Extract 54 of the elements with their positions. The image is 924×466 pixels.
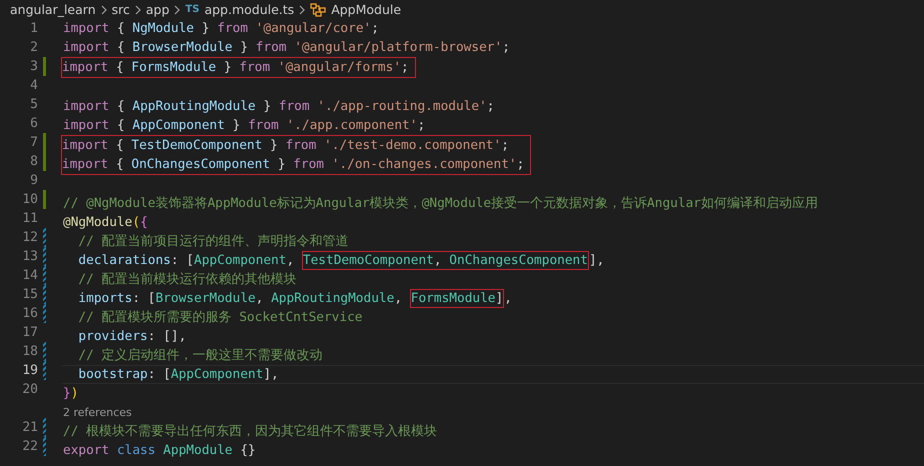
code-line: import { AppComponent } from './app.component';	[63, 118, 426, 133]
code-line: import { FormsModule } from '@angular/forms';	[62, 60, 409, 75]
code-line: import { BrowserModule } from '@angular/platform-browser';	[63, 40, 510, 55]
breadcrumb-item[interactable]: src	[112, 2, 130, 17]
code-line: import { OnChangesComponent } from './on-changes.component';	[62, 157, 524, 172]
code-line: // 配置当前模块运行依赖的其他模块	[77, 271, 297, 288]
code-line: export class AppModule {}	[63, 443, 256, 458]
code-line: @NgModule({	[63, 215, 148, 230]
line-number: 5	[30, 97, 39, 112]
line-number: 22	[22, 439, 39, 454]
line-number: 14	[22, 268, 39, 283]
breadcrumb-item[interactable]: angular_learn	[10, 2, 96, 17]
code-line: import { AppRoutingModule } from './app-routing.module';	[63, 99, 495, 114]
line-number: 9	[30, 173, 39, 188]
line-number: 7	[30, 135, 39, 150]
line-number: 15	[22, 287, 39, 302]
line-number: 20	[22, 382, 39, 397]
chevron-icon	[100, 4, 107, 14]
code-line: import { NgModule } from '@angular/core';	[63, 21, 379, 36]
line-number: 4	[30, 78, 39, 93]
line-number: 11	[22, 211, 39, 226]
code-line: })	[63, 386, 78, 401]
line-number: 19	[22, 363, 39, 378]
ts-file-icon: TS	[185, 4, 200, 15]
line-number: 21	[22, 420, 39, 435]
line-number: 2	[30, 40, 39, 55]
chevron-icon	[134, 4, 141, 14]
code-line: // 配置当前项目运行的组件、声明指令和管道	[77, 233, 349, 250]
code-line: // 根模块不需要导出任何东西，因为其它组件不需要导入根模块	[63, 423, 438, 440]
codelens-link[interactable]: 2 references	[63, 406, 132, 419]
line-number: 8	[30, 154, 39, 169]
line-number: 3	[30, 59, 39, 74]
breadcrumb-item[interactable]: app	[146, 2, 170, 17]
line-number: 12	[22, 230, 39, 245]
chevron-icon	[174, 4, 180, 14]
code-line: declarations: [AppComponent, TestDemoComponent, OnChangesComponent],	[77, 253, 604, 268]
line-number: 1	[30, 21, 39, 36]
line-number: 16	[22, 306, 39, 321]
line-number: 17	[22, 325, 39, 340]
code-line: // 配置模块所需要的服务 SocketCntService	[77, 309, 362, 326]
line-number: 10	[22, 192, 39, 207]
code-line: import { TestDemoComponent } from './test-demo.component';	[62, 138, 509, 153]
line-number: 13	[22, 249, 39, 264]
code-line: // 定义启动组件，一般这里不需要做改动	[77, 347, 323, 364]
symbol-icon	[310, 2, 326, 16]
breadcrumb-item[interactable]: AppModule	[331, 2, 402, 17]
code-line: bootstrap: [AppComponent],	[77, 367, 279, 382]
line-number: 6	[30, 116, 39, 131]
line-number: 18	[22, 344, 39, 359]
breadcrumb-item[interactable]: app.module.ts	[204, 2, 294, 17]
code-line: providers: [],	[77, 329, 186, 344]
chevron-icon	[299, 4, 306, 14]
code-line: imports: [BrowserModule, AppRoutingModule, FormsModule],	[77, 291, 512, 306]
code-line: // @NgModule装饰器将AppModule标记为Angular模块类，@NgModule接受一个元数据对象，告诉Angular如何编译和启动应用	[63, 195, 818, 212]
